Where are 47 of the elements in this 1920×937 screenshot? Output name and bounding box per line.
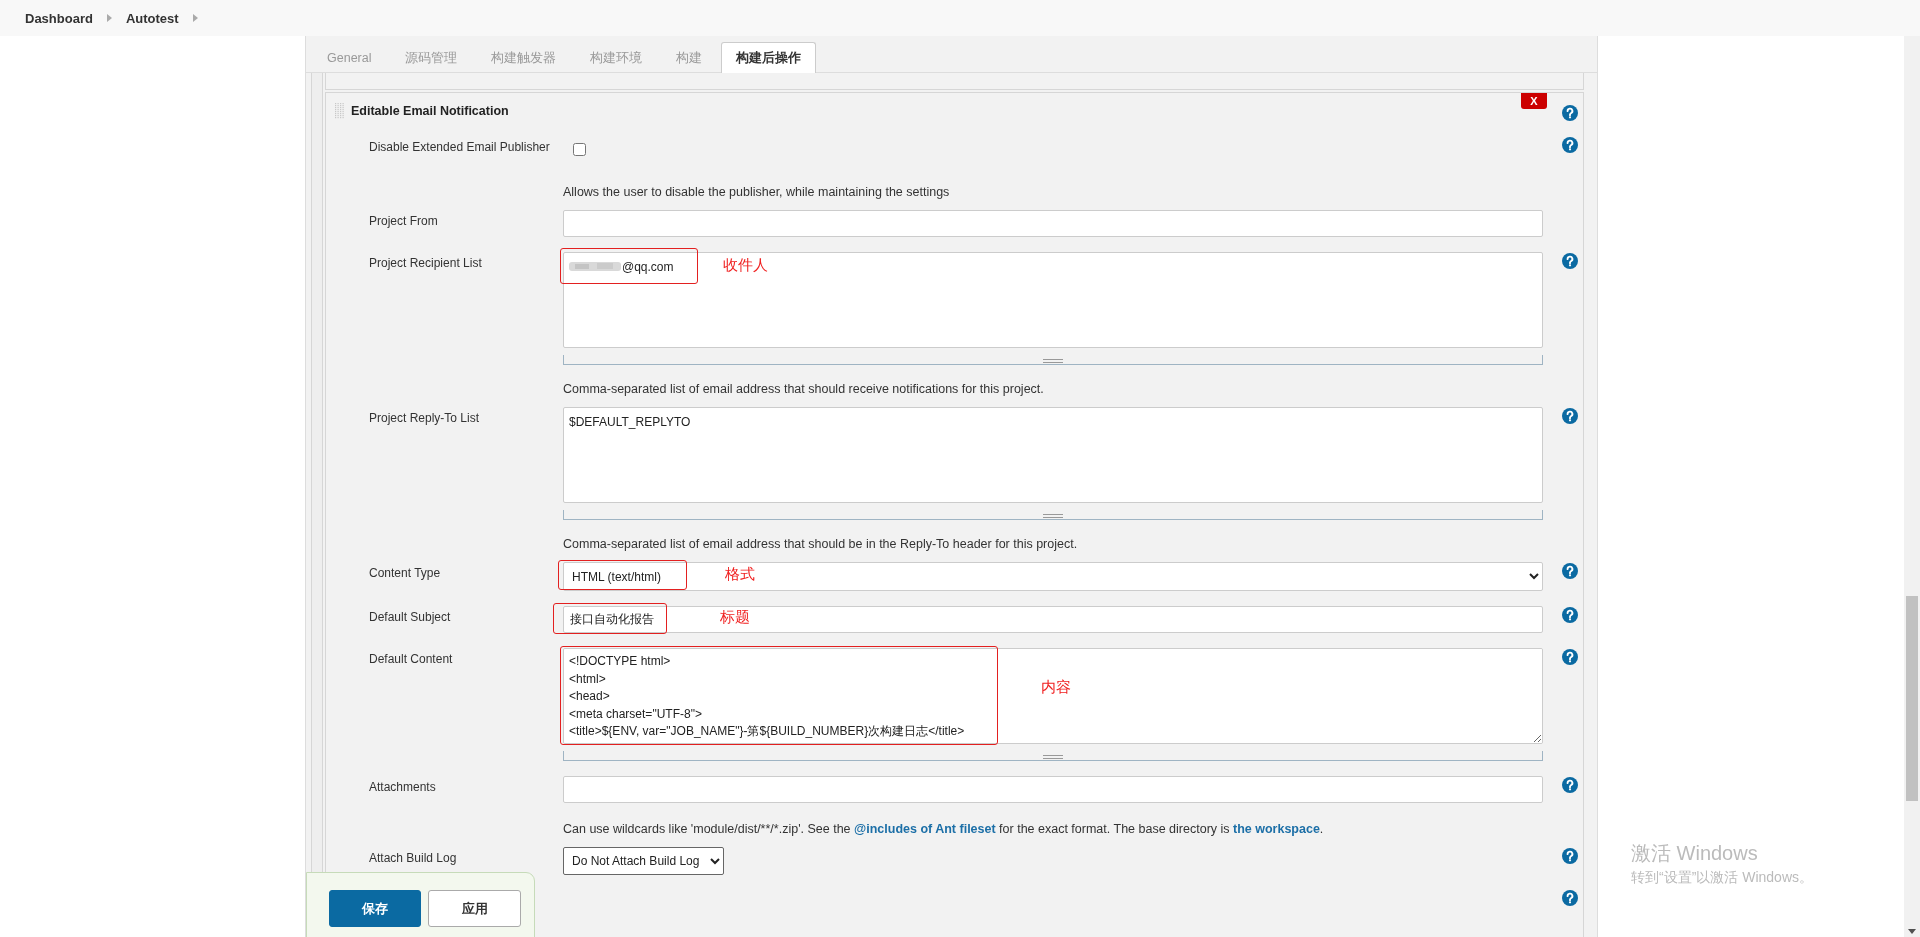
help-icon[interactable] [1562, 563, 1578, 579]
delete-button[interactable]: X [1521, 93, 1547, 109]
help-icon[interactable] [1562, 848, 1578, 864]
field-label: Disable Extended Email Publisher [369, 139, 551, 156]
field-label: Content Type [369, 565, 442, 582]
field-label: Attachments [369, 779, 437, 796]
help-icon[interactable] [1562, 105, 1578, 121]
text-field[interactable] [563, 776, 1543, 803]
help-link[interactable]: the workspace [1233, 822, 1320, 836]
section-title: Editable Email Notification [351, 104, 509, 118]
annotation-label: 收件人 [723, 256, 768, 275]
field-label: Project Reply-To List [369, 410, 481, 427]
select-field[interactable]: Do Not Attach Build Log [563, 847, 724, 875]
text-field[interactable] [563, 210, 1543, 237]
activation-title: 激活 Windows [1631, 841, 1759, 866]
apply-button[interactable]: 应用 [428, 890, 521, 927]
scrollbar[interactable] [1904, 36, 1920, 937]
chevron-right-icon [192, 14, 198, 22]
help-icon[interactable] [1562, 890, 1578, 906]
checkbox[interactable] [573, 143, 586, 156]
help-icon[interactable] [1562, 607, 1578, 623]
help-icon[interactable] [1562, 253, 1578, 269]
chevron-right-icon [106, 14, 112, 22]
field-label: Project Recipient List [369, 255, 483, 272]
annotation-label: 标题 [720, 608, 750, 627]
help-icon[interactable] [1562, 137, 1578, 153]
save-button[interactable]: 保存 [329, 890, 421, 927]
field-label: Attach Build Log [369, 850, 458, 867]
help-link[interactable]: @includes of Ant fileset [854, 822, 996, 836]
breadcrumb-link[interactable]: Dashboard [25, 10, 93, 26]
field-label: Default Content [369, 651, 454, 668]
help-icon[interactable] [1562, 408, 1578, 424]
help-icon[interactable] [1562, 777, 1578, 793]
activation-subtitle: 转到“设置”以激活 Windows。 [1631, 869, 1813, 887]
field-label: Default Subject [369, 609, 452, 626]
field-label: Project From [369, 213, 439, 230]
breadcrumb-link[interactable]: Autotest [125, 10, 179, 26]
drag-handle-icon[interactable] [335, 103, 345, 119]
textarea-field[interactable]: $DEFAULT_REPLYTO [563, 407, 1543, 503]
help-icon[interactable] [1562, 649, 1578, 665]
annotation-label: 格式 [725, 565, 755, 584]
help-text: Can use wildcards like 'module/dist/**/*.zip'. See the @includes of Ant fileset for the exact format. The base directory is the workspace. [563, 821, 1325, 838]
tab[interactable]: 构建后操作 [721, 42, 817, 73]
help-text: Comma-separated list of email address that should be in the Reply-To header for this project. [563, 536, 1079, 553]
help-text: Comma-separated list of email address that should receive notifications for this project. [563, 381, 1045, 398]
help-text: Allows the user to disable the publisher, while maintaining the settings [563, 184, 951, 201]
annotation-label: 内容 [1041, 678, 1071, 697]
